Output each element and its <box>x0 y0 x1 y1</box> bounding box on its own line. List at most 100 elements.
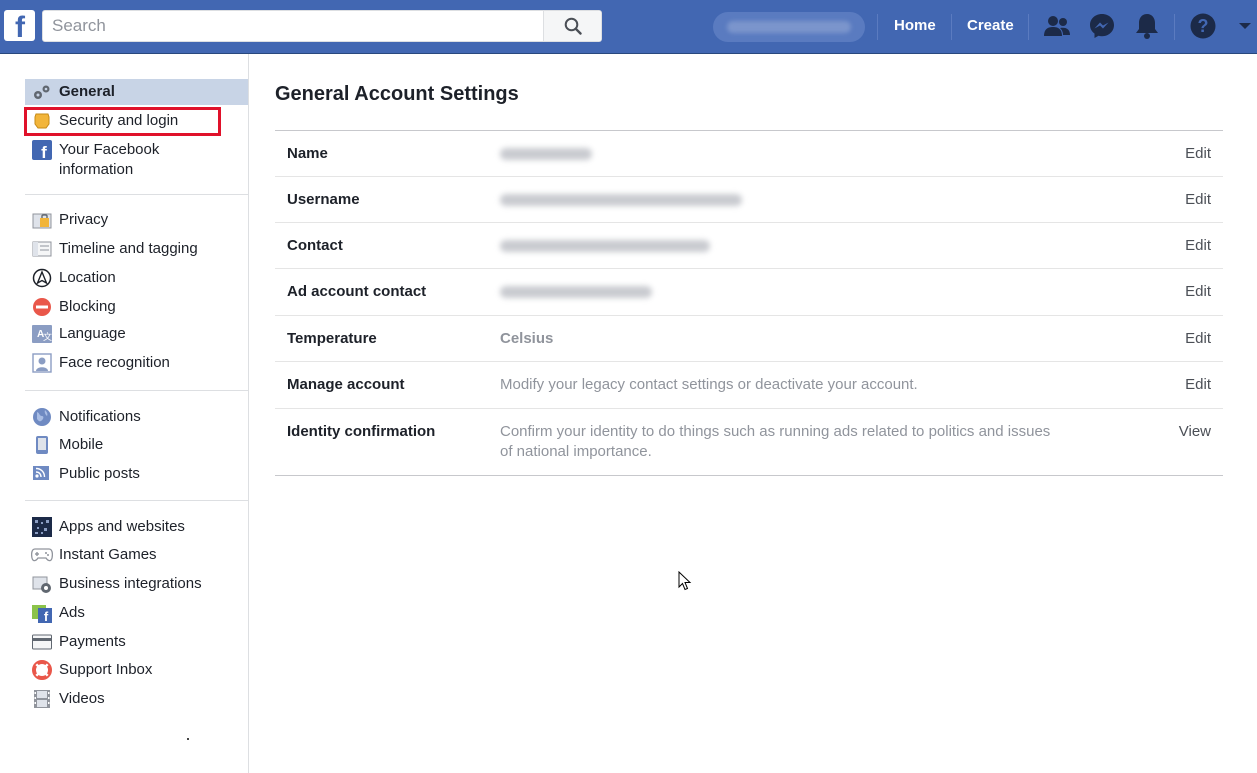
ads-icon: f <box>32 605 52 623</box>
settings-row-manage-account[interactable]: Manage account Modify your legacy contac… <box>275 362 1223 409</box>
sidebar-divider <box>25 500 249 501</box>
settings-table: Name Edit Username Edit Contact Edit Ad … <box>275 130 1223 476</box>
bell-icon <box>1136 14 1158 39</box>
sidebar-item-general[interactable]: General <box>25 79 248 105</box>
home-link[interactable]: Home <box>894 17 936 34</box>
lock-icon <box>32 213 52 229</box>
search-button[interactable] <box>543 11 601 41</box>
profile-name-blurred <box>727 21 851 33</box>
sidebar-item-your-facebook-information[interactable]: f Your Facebook information <box>25 137 248 181</box>
globe-icon <box>33 408 51 426</box>
redacted-value <box>500 148 592 160</box>
lifebuoy-icon <box>32 660 52 680</box>
facebook-logo[interactable]: f <box>4 10 35 41</box>
row-label: Ad account contact <box>287 283 427 300</box>
row-label: Manage account <box>287 376 405 393</box>
edit-button[interactable]: Edit <box>1185 283 1211 300</box>
caret-down-icon <box>1239 23 1251 29</box>
sidebar-item-location[interactable]: Location <box>25 265 248 291</box>
account-menu-button[interactable] <box>1234 11 1256 41</box>
redacted-value <box>500 194 742 206</box>
sidebar-item-label: Privacy <box>59 211 109 228</box>
friends-icon <box>1044 16 1070 36</box>
face-icon <box>32 353 52 373</box>
edit-button[interactable]: Edit <box>1185 330 1211 347</box>
timeline-icon <box>32 241 52 257</box>
help-button[interactable]: ? <box>1188 11 1218 41</box>
friend-requests-button[interactable] <box>1042 11 1072 41</box>
card-icon <box>32 634 52 650</box>
edit-button[interactable]: Edit <box>1185 376 1211 393</box>
sidebar-item-language[interactable]: A 文 Language <box>25 321 248 347</box>
edit-button[interactable]: Edit <box>1185 191 1211 208</box>
nav-divider <box>1028 14 1029 40</box>
settings-row-ad-account-contact[interactable]: Ad account contact Edit <box>275 269 1223 316</box>
sidebar-item-privacy[interactable]: Privacy <box>25 207 248 233</box>
sidebar-item-face-recognition[interactable]: Face recognition <box>25 350 248 376</box>
view-button[interactable]: View <box>1179 423 1211 440</box>
sidebar-item-blocking[interactable]: Blocking <box>25 294 248 320</box>
sidebar-item-apps-and-websites[interactable]: Apps and websites <box>25 514 248 540</box>
shield-icon <box>34 113 50 129</box>
settings-row-temperature[interactable]: Temperature Celsius Edit <box>275 316 1223 362</box>
sidebar-item-label: Face recognition <box>59 354 170 371</box>
create-link[interactable]: Create <box>967 17 1014 34</box>
sidebar-item-label: Notifications <box>59 408 141 425</box>
notifications-button[interactable] <box>1132 11 1162 41</box>
redacted-value <box>500 286 652 298</box>
sidebar-item-label: Support Inbox <box>59 661 153 678</box>
row-value-line-1: Confirm your identity to do things such … <box>500 423 1051 440</box>
settings-row-contact[interactable]: Contact Edit <box>275 223 1223 269</box>
sidebar-item-label: Timeline and tagging <box>59 240 198 257</box>
row-label: Identity confirmation <box>287 423 436 440</box>
sidebar-item-label: Instant Games <box>59 546 157 563</box>
messenger-icon <box>1090 14 1114 38</box>
sidebar-item-notifications[interactable]: Notifications <box>25 404 248 430</box>
settings-row-identity-confirmation[interactable]: Identity confirmation Confirm your ident… <box>275 409 1223 475</box>
sidebar-item-ads[interactable]: f Ads <box>25 600 248 626</box>
sidebar-item-public-posts[interactable]: Public posts <box>25 461 248 487</box>
sidebar-item-mobile[interactable]: Mobile <box>25 432 248 458</box>
row-value: Celsius <box>500 330 554 347</box>
row-label: Username <box>287 191 360 208</box>
sidebar-item-timeline-and-tagging[interactable]: Timeline and tagging <box>25 236 248 262</box>
location-icon <box>32 268 52 288</box>
sidebar-item-label: Blocking <box>59 298 116 315</box>
edit-button[interactable]: Edit <box>1185 145 1211 162</box>
sidebar-divider <box>25 194 249 195</box>
sidebar-item-instant-games[interactable]: Instant Games <box>25 542 248 568</box>
row-value-line-2: of national importance. <box>500 443 652 460</box>
facebook-logo-letter: f <box>15 11 25 41</box>
settings-row-username[interactable]: Username Edit <box>275 177 1223 223</box>
svg-text:文: 文 <box>43 331 52 342</box>
edit-button[interactable]: Edit <box>1185 237 1211 254</box>
sidebar-item-label: Security and login <box>59 112 179 129</box>
sidebar-item-security-and-login[interactable]: Security and login <box>24 107 221 136</box>
messenger-button[interactable] <box>1087 11 1117 41</box>
sidebar-item-label: Mobile <box>59 436 104 453</box>
sidebar-item-label: Videos <box>59 690 105 707</box>
redacted-value <box>500 240 710 252</box>
sidebar-item-payments[interactable]: Payments <box>25 629 248 655</box>
svg-text:?: ? <box>1198 16 1209 36</box>
film-icon <box>34 690 50 708</box>
sidebar-item-business-integrations[interactable]: Business integrations <box>25 571 248 597</box>
search-icon <box>564 17 582 35</box>
svg-text:f: f <box>44 609 49 623</box>
search-input[interactable] <box>43 11 543 41</box>
nav-divider <box>877 14 878 40</box>
sidebar-item-videos[interactable]: Videos <box>25 686 248 712</box>
nav-divider <box>951 14 952 40</box>
sidebar-item-support-inbox[interactable]: Support Inbox <box>25 657 248 683</box>
page-title: General Account Settings <box>275 83 519 105</box>
sidebar-item-label: General <box>59 83 115 100</box>
sidebar-item-label: Your Facebook information <box>59 141 160 178</box>
question-mark-icon: ? <box>1190 13 1216 39</box>
block-icon <box>33 298 51 316</box>
sidebar-item-label: Location <box>59 269 116 286</box>
mouse-cursor-icon <box>678 571 692 591</box>
profile-link[interactable] <box>713 12 865 42</box>
settings-row-name[interactable]: Name Edit <box>275 131 1223 177</box>
language-icon: A 文 <box>32 325 52 343</box>
search-box <box>42 10 602 42</box>
